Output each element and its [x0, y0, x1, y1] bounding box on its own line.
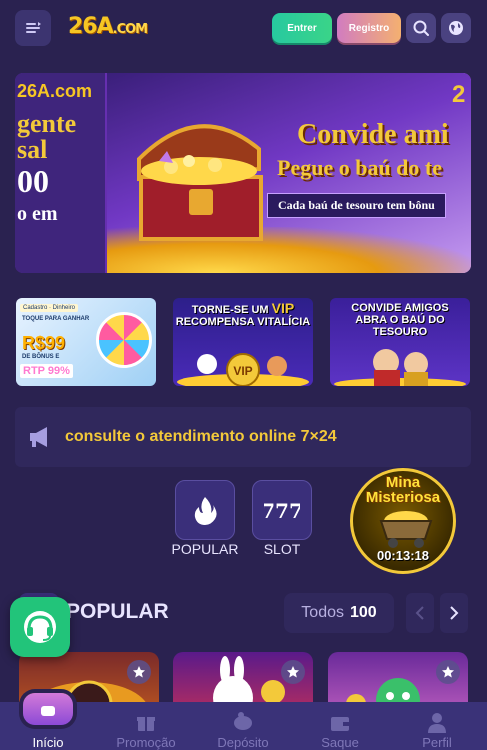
- vip-mascots-image: VIP: [177, 353, 309, 386]
- home-icon: [41, 706, 55, 716]
- svg-text:777: 777: [264, 499, 300, 522]
- promo-card-rtp: RTP 99%: [20, 364, 73, 378]
- next-page-button[interactable]: [440, 593, 468, 633]
- login-button[interactable]: Entrer: [272, 13, 332, 43]
- svg-text:VIP: VIP: [233, 364, 252, 378]
- favorite-star-button[interactable]: [281, 660, 305, 684]
- mine-cart-icon: [379, 511, 433, 548]
- site-logo[interactable]: 26A.COM: [68, 14, 148, 39]
- search-button[interactable]: [406, 13, 436, 43]
- promo-vip-pre: TORNE-SE UM: [191, 304, 269, 316]
- promo-card-invite-friends[interactable]: CONVIDE AMIGOS ABRA O BAÚ DO TESOURO: [330, 298, 470, 386]
- banner-left-line3: 00: [17, 163, 49, 199]
- search-icon: [413, 20, 429, 36]
- invite-characters-image: [334, 349, 466, 386]
- announcement-text: consulte o atendimento online 7×24: [65, 428, 337, 445]
- popular-section-title: POPULAR: [66, 600, 169, 623]
- headset-icon: [24, 611, 56, 643]
- nav-withdraw[interactable]: Saque: [295, 702, 385, 750]
- gift-icon: [137, 717, 155, 731]
- treasure-chest-image: [137, 124, 263, 241]
- category-slot-button[interactable]: 777: [252, 480, 312, 540]
- promo-vip-post: RECOMPENSA VITALÍCIA: [175, 316, 311, 328]
- mystery-mine-title: Mina Misteriosa: [353, 475, 453, 505]
- flame-icon: [194, 497, 217, 525]
- favorite-star-button[interactable]: [436, 660, 460, 684]
- star-icon: [133, 666, 145, 678]
- menu-icon: [26, 22, 41, 33]
- globe-icon: [449, 21, 463, 35]
- banner-title-line2: Pegue o baú do te: [277, 155, 442, 180]
- previous-page-button[interactable]: [406, 593, 434, 633]
- nav-profile-label: Perfil: [422, 735, 452, 750]
- mystery-mine-title-line2: Misteriosa: [365, 489, 441, 506]
- nav-home-label: Início: [32, 735, 64, 750]
- prize-wheel-image: [96, 312, 152, 368]
- piggy-bank-icon: [234, 712, 252, 730]
- favorite-star-button[interactable]: [127, 660, 151, 684]
- view-all-button[interactable]: Todos 100: [284, 593, 394, 633]
- banner-left-line4: o em: [17, 203, 58, 225]
- star-icon: [442, 666, 454, 678]
- chevron-right-icon: [450, 606, 459, 620]
- menu-button[interactable]: [15, 10, 51, 46]
- chevron-left-icon: [415, 606, 424, 620]
- register-button[interactable]: Registro: [337, 13, 401, 43]
- announcement-bar[interactable]: consulte o atendimento online 7×24: [15, 407, 471, 467]
- nav-deposit-label: Depósito: [217, 735, 269, 750]
- banner-corner-text: 2: [452, 81, 466, 108]
- banner-subtitle: Cada baú de tesouro tem bônu: [267, 193, 446, 218]
- promo-card-caption: TOQUE PARA GANHAR: [22, 316, 90, 322]
- banner-previous-slide: 26A.com gente sal 00 o em: [15, 73, 105, 273]
- top-header: 26A.COM Entrer Registro: [0, 0, 487, 56]
- nav-withdraw-label: Saque: [321, 735, 359, 750]
- promo-card-title: TORNE-SE UM VIP RECOMPENSA VITALÍCIA: [173, 300, 313, 328]
- nav-deposit[interactable]: Depósito: [198, 702, 288, 750]
- nav-profile[interactable]: Perfil: [392, 702, 482, 750]
- nav-promotions-label: Promoção: [116, 735, 176, 750]
- wallet-icon: [331, 717, 349, 731]
- banner-title-line1: Convide ami: [297, 119, 449, 150]
- logo-text: 26A: [68, 14, 114, 39]
- banner-left-logo: 26A.com: [17, 81, 93, 101]
- megaphone-icon: [30, 427, 47, 447]
- slot-777-icon: 777: [264, 499, 300, 522]
- promo-card-title: CONVIDE AMIGOS ABRA O BAÚ DO TESOURO: [351, 302, 449, 338]
- banner-current-slide: 2 Convide ami Pegue o baú do te Cada baú…: [107, 73, 471, 273]
- promo-card-tag: Cadastro · Dinheiro: [20, 304, 79, 312]
- promo-vip-word: VIP: [271, 300, 295, 316]
- category-slot-label: SLOT: [263, 541, 301, 557]
- promo-card-amount: R$99: [22, 333, 66, 353]
- category-popular-label: POPULAR: [171, 541, 239, 557]
- star-icon: [287, 666, 299, 678]
- customer-support-button[interactable]: [10, 597, 70, 657]
- view-all-label: Todos: [301, 604, 344, 621]
- view-all-count: 100: [350, 604, 377, 621]
- bottom-navigation: Início Promoção Depósito Saque Perfil: [0, 702, 487, 750]
- promo-card-register-bonus[interactable]: Cadastro · Dinheiro TOQUE PARA GANHAR R$…: [16, 298, 156, 386]
- promo-card-bonus-text: DE BÔNUS E: [22, 354, 60, 360]
- mystery-mine-timer: 00:13:18: [376, 548, 430, 563]
- banner-left-line2: sal: [17, 135, 48, 164]
- home-icon-bubble[interactable]: [23, 693, 73, 725]
- nav-promotions[interactable]: Promoção: [101, 702, 191, 750]
- category-popular-button[interactable]: [175, 480, 235, 540]
- mystery-mine-button[interactable]: Mina Misteriosa 00:13:18: [350, 468, 456, 574]
- user-icon: [428, 713, 446, 733]
- logo-suffix: .COM: [112, 22, 148, 37]
- promo-card-vip[interactable]: TORNE-SE UM VIP RECOMPENSA VITALÍCIA VIP: [173, 298, 313, 386]
- promo-banner[interactable]: 26A.com gente sal 00 o em 2 Convide ami …: [15, 73, 471, 273]
- language-button[interactable]: [441, 13, 471, 43]
